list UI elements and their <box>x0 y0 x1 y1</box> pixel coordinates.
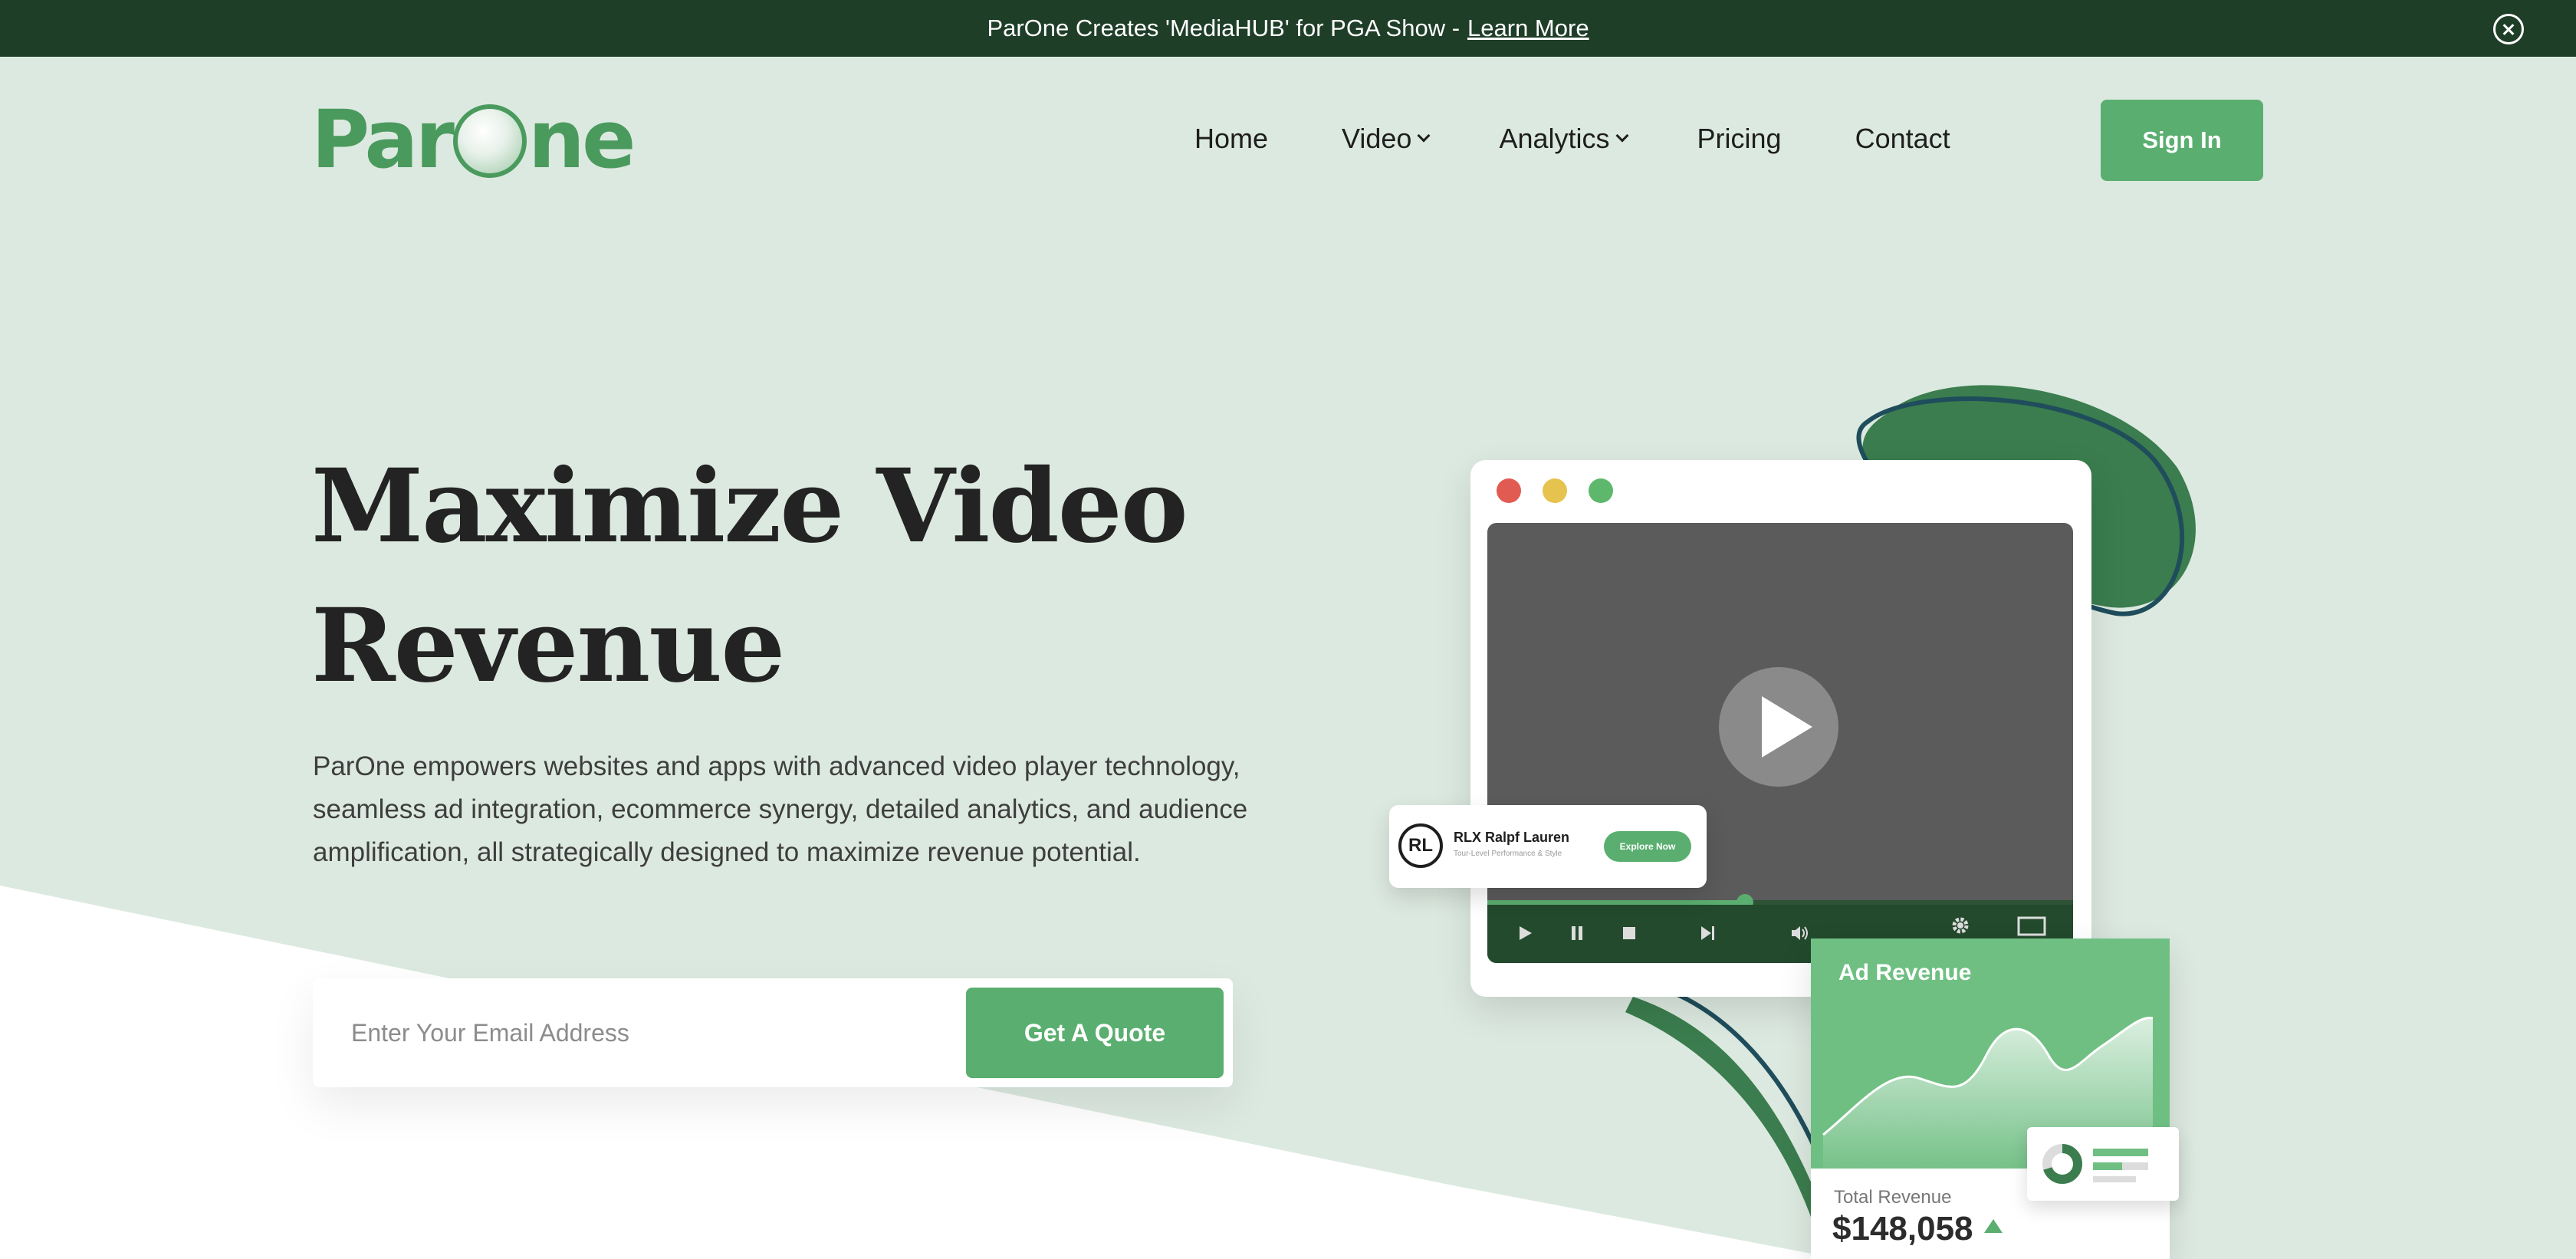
golf-ball-icon <box>452 104 527 178</box>
close-icon[interactable] <box>2493 14 2524 44</box>
email-input[interactable] <box>351 1009 888 1057</box>
explore-now-button[interactable]: Explore Now <box>1604 831 1691 862</box>
total-revenue-value: $148,058 <box>1832 1210 2003 1248</box>
stop-icon[interactable] <box>1618 922 1641 945</box>
fullscreen-icon[interactable] <box>2016 914 2047 937</box>
skip-next-icon[interactable] <box>1696 922 1719 945</box>
nav-contact-label: Contact <box>1855 123 1950 154</box>
pause-icon[interactable] <box>1566 922 1589 945</box>
sponsor-logo: RL <box>1398 823 1443 868</box>
sponsor-card: RL RLX Ralpf Lauren Tour-Level Performan… <box>1389 805 1707 888</box>
nav-analytics[interactable]: Analytics <box>1499 123 1629 155</box>
mini-stats-card <box>2027 1127 2179 1201</box>
ad-revenue-title: Ad Revenue <box>1838 960 1972 985</box>
play-control-icon[interactable] <box>1513 922 1536 945</box>
volume-icon[interactable] <box>1788 922 1811 945</box>
hero-title-line-1: Maximize Video <box>311 447 1188 566</box>
window-close-dot <box>1497 478 1521 503</box>
total-revenue-amount: $148,058 <box>1832 1210 1973 1247</box>
total-revenue-label: Total Revenue <box>1834 1187 1952 1208</box>
main-nav: Home Video Analytics Pricing Contact <box>1194 123 1950 155</box>
chevron-down-icon <box>1615 129 1629 143</box>
get-quote-button[interactable]: Get A Quote <box>966 988 1224 1078</box>
hero-description: ParOne empowers websites and apps with a… <box>313 751 1248 867</box>
logo-text-prefix: Par <box>311 93 455 186</box>
window-maximize-dot <box>1589 478 1613 503</box>
learn-more-link[interactable]: Learn More <box>1467 15 1589 42</box>
nav-pricing-label: Pricing <box>1697 123 1782 154</box>
ad-revenue-card: Ad Revenue Total Revenue $148,058 <box>1811 938 2170 1259</box>
nav-home-label: Home <box>1194 123 1269 154</box>
chevron-down-icon <box>1417 129 1431 143</box>
nav-analytics-label: Analytics <box>1499 123 1610 154</box>
announcement-bar: ParOne Creates 'MediaHUB' for PGA Show -… <box>0 0 2576 57</box>
window-minimize-dot <box>1543 478 1567 503</box>
nav-pricing[interactable]: Pricing <box>1697 123 1782 155</box>
donut-chart-icon <box>2042 1144 2148 1184</box>
gear-icon[interactable] <box>1949 914 1972 937</box>
trend-up-icon <box>1983 1219 2003 1234</box>
logo-text-suffix: ne <box>527 93 636 186</box>
sign-in-button[interactable]: Sign In <box>2101 100 2263 181</box>
announcement-text: ParOne Creates 'MediaHUB' for PGA Show - <box>987 15 1460 41</box>
parone-logo[interactable]: Par ne <box>311 93 636 186</box>
video-screen[interactable] <box>1487 523 2073 963</box>
video-player-window <box>1470 460 2091 997</box>
nav-video-label: Video <box>1342 123 1412 154</box>
hero-title-line-2: Revenue <box>311 587 785 705</box>
hero-title: Maximize Video Revenue <box>311 437 1308 716</box>
nav-video[interactable]: Video <box>1342 123 1431 155</box>
nav-contact[interactable]: Contact <box>1855 123 1950 155</box>
sponsor-tagline: Tour-Level Performance & Style <box>1454 850 1562 858</box>
nav-home[interactable]: Home <box>1194 123 1268 155</box>
quote-form: Get A Quote <box>313 978 1233 1087</box>
hero-illustration: RL RLX Ralpf Lauren Tour-Level Performan… <box>1365 368 2208 1259</box>
sponsor-name: RLX Ralpf Lauren <box>1454 830 1570 845</box>
play-icon[interactable] <box>1719 667 1838 787</box>
